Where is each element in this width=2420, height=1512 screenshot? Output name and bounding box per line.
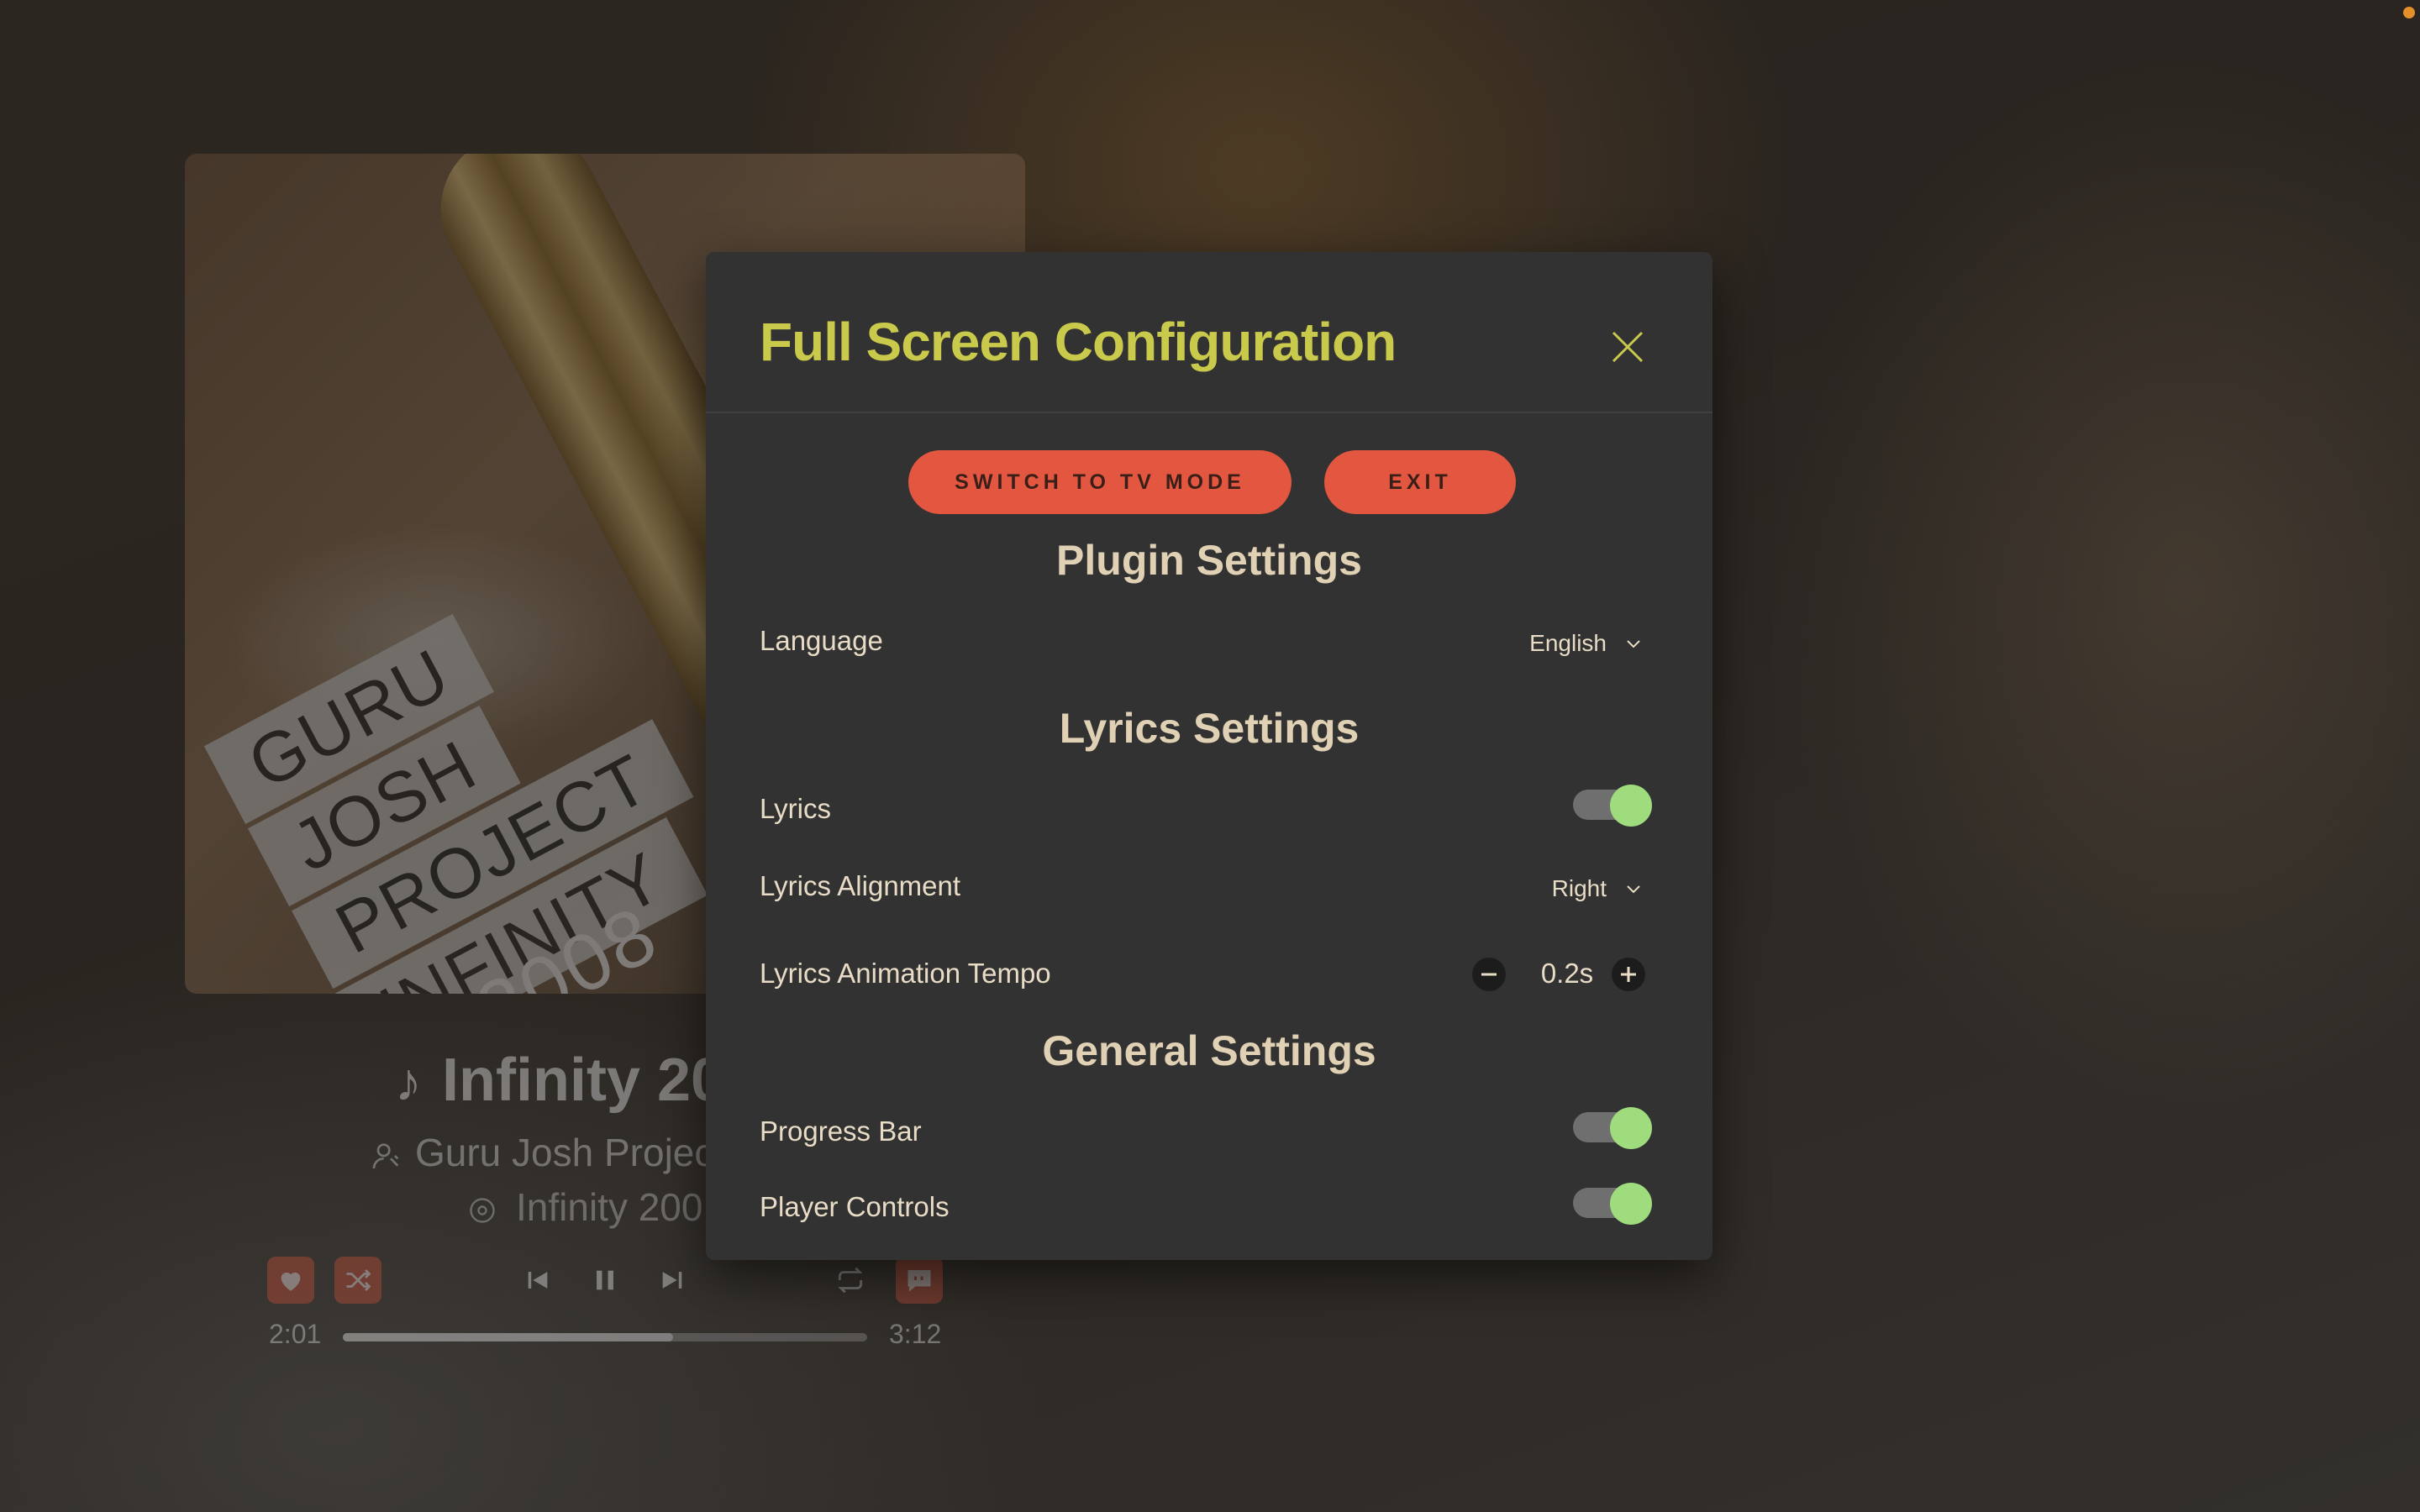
progress-bar[interactable]: [343, 1333, 867, 1341]
artist-icon: [372, 1143, 399, 1168]
player-controls-label: Player Controls: [760, 1191, 950, 1222]
heart-icon: [281, 1272, 301, 1291]
elapsed-time: 2:01: [269, 1319, 322, 1349]
next-button[interactable]: [649, 1257, 696, 1304]
config-modal: Full Screen Configuration SWITCH TO TV M…: [706, 252, 1712, 1260]
language-value: English: [1529, 630, 1607, 656]
plus-icon: [1621, 967, 1636, 982]
minus-icon: [1481, 973, 1497, 976]
alignment-value: Right: [1551, 875, 1607, 901]
shuffle-icon: [346, 1269, 371, 1291]
general-settings-heading: General Settings: [1042, 1027, 1376, 1074]
modal-header: Full Screen Configuration: [706, 252, 1712, 413]
close-icon: [1612, 331, 1644, 363]
player-controls-toggle[interactable]: [1573, 1183, 1652, 1225]
chevron-down-icon: [1627, 885, 1640, 894]
tempo-value: 0.2s: [1540, 958, 1594, 989]
language-dropdown[interactable]: English: [1529, 630, 1642, 657]
close-button[interactable]: [1607, 326, 1649, 368]
lyrics-label: Lyrics: [760, 793, 831, 824]
increase-tempo-button[interactable]: [1612, 958, 1645, 991]
decrease-tempo-button[interactable]: [1472, 958, 1506, 991]
lyrics-alignment-dropdown[interactable]: Right: [1552, 875, 1642, 902]
lyrics-button[interactable]: [896, 1257, 943, 1304]
modal-title: Full Screen Configuration: [760, 312, 1397, 372]
skip-forward-icon: [662, 1272, 682, 1289]
music-note-icon: ♪: [395, 1052, 422, 1112]
tempo-stepper: 0.2s: [1472, 954, 1682, 995]
notification-dot: [2403, 7, 2415, 18]
language-label: Language: [760, 625, 883, 656]
pause-icon: [597, 1270, 613, 1290]
quote-bubble-icon: [908, 1270, 931, 1292]
shuffle-button[interactable]: [334, 1257, 381, 1304]
disc-icon: [470, 1198, 495, 1223]
lyrics-tempo-label: Lyrics Animation Tempo: [760, 958, 1051, 989]
toggle-knob: [1610, 1183, 1652, 1225]
repeat-icon: [838, 1267, 863, 1294]
heart-button[interactable]: [267, 1257, 314, 1304]
lyrics-settings-heading: Lyrics Settings: [1059, 705, 1360, 752]
repeat-button[interactable]: [827, 1257, 874, 1304]
total-time: 3:12: [889, 1319, 942, 1349]
track-album: Infinity 200: [467, 1184, 702, 1230]
progress-fill: [343, 1333, 674, 1341]
progress-bar-toggle[interactable]: [1573, 1107, 1652, 1149]
chevron-down-icon: [1627, 640, 1640, 648]
previous-button[interactable]: [514, 1257, 561, 1304]
plugin-settings-heading: Plugin Settings: [1056, 537, 1362, 584]
toggle-knob: [1610, 1107, 1652, 1149]
progress-bar-label: Progress Bar: [760, 1116, 922, 1147]
track-title: ♪ Infinity 20: [395, 1047, 725, 1114]
skip-back-icon: [528, 1272, 548, 1289]
toggle-knob: [1610, 785, 1652, 827]
pause-button[interactable]: [581, 1257, 629, 1304]
lyrics-alignment-label: Lyrics Alignment: [760, 870, 961, 901]
switch-tv-mode-button[interactable]: SWITCH TO TV MODE: [908, 450, 1292, 514]
exit-button[interactable]: EXIT: [1324, 450, 1516, 514]
lyrics-toggle[interactable]: [1573, 785, 1652, 827]
track-artist: Guru Josh Projec: [370, 1130, 713, 1175]
